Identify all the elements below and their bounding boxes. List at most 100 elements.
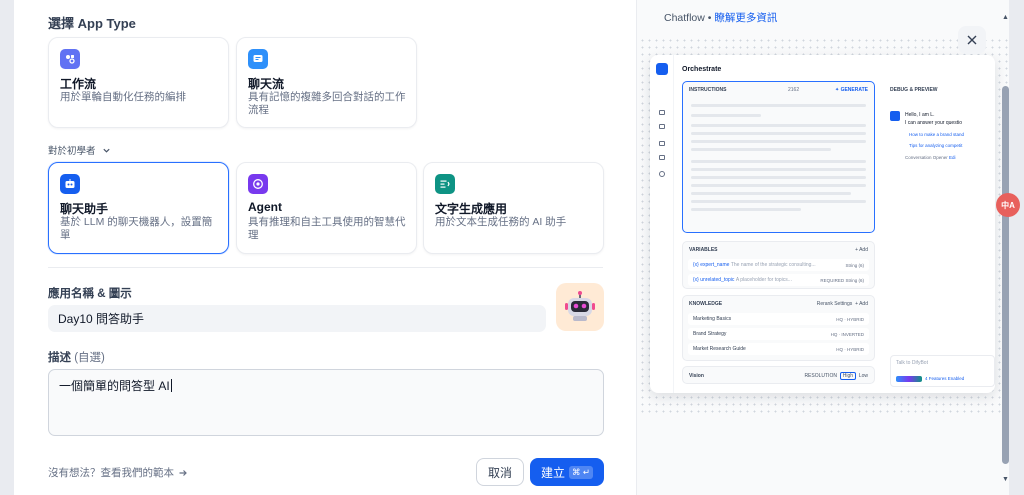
chatflow-icon [248,49,268,69]
preview-variable-row: {x} expert_name The name of the strategi… [688,259,869,271]
card-title: 工作流 [60,77,97,91]
workflow-icon [60,49,80,69]
preview-char-count: 2162 [788,87,800,93]
knowledge-tag: HQ · INVERTED [830,331,864,337]
robot-avatar-icon [565,291,595,321]
preview-knowledge-row: Marketing Basics HQ · HYBRID [688,313,869,325]
shortcut-hint: ⌘ ↵ [569,465,593,479]
scroll-down-icon[interactable]: ▼ [1002,476,1009,483]
preview-opener: Conversation Opener Edi [905,155,956,160]
preview-add: + Add [855,247,868,253]
preview-caption: Chatflow • 瞭解更多資訊 [664,10,777,25]
card-agent[interactable]: Agent 具有推理和自主工具使用的智慧代理 [236,162,417,254]
create-button[interactable]: 建立 ⌘ ↵ [530,458,604,486]
knowledge-name: Marketing Basics [693,316,732,322]
preview-knowledge-row: Brand Strategy HQ · INVERTED [688,328,869,340]
preview-app-icon [656,63,668,75]
page-scrollbar[interactable]: ▲ ▼ [1001,14,1010,489]
description-textarea[interactable]: 一個簡單的問答型 AI [48,369,604,436]
translate-badge-label: 中A [1001,200,1015,210]
scroll-up-icon[interactable]: ▲ [1002,14,1009,21]
text-line [691,124,866,127]
card-workflow[interactable]: 工作流 用於單輪自動化任務的編排 [48,37,229,128]
preview-rerank: Rerank Settings [816,301,853,307]
app-name-input[interactable]: Day10 問答助手 [48,305,546,332]
preview-vision-label: Vision [689,373,704,379]
app-icon-picker[interactable] [556,283,604,331]
preview-nav-icon [659,141,665,146]
text-line [691,208,801,211]
preview-greeting: I can answer your questio [905,120,962,126]
card-chatbot[interactable]: 聊天助手 基於 LLM 的聊天機器人，設置簡單 [48,162,229,254]
preview-high: High [839,372,857,380]
preview-resolution: RESOLUTION High Low [804,372,868,380]
card-title: 聊天助手 [60,202,109,216]
app-type-heading: 選擇 App Type [48,16,136,31]
preview-add: + Add [855,301,868,307]
browse-templates-link[interactable]: 沒有想法？查看我們的範本 [48,465,188,480]
text-line [691,168,866,171]
preview-variable-row: {x} unrelated_topic A placeholder for to… [688,274,869,286]
preview-nav-icon [659,124,665,129]
var-name: {x} unrelated_topic [693,277,735,283]
preview-sidebar [650,55,674,393]
learn-more-link[interactable]: 瞭解更多資訊 [714,12,777,24]
beginner-toggle[interactable]: 對於初學者 [48,143,111,157]
description-label-text: 描述 [48,352,71,364]
text-line [691,104,866,107]
cancel-label: 取消 [487,465,512,480]
card-text-generator[interactable]: 文字生成應用 用於文本生成任務的 AI 助手 [423,162,604,254]
preview-generate-label: GENERATE [840,87,868,93]
text-line [691,176,866,179]
description-label: 描述 (自選) [48,349,105,365]
preview-suggestion: Tips for analyzing competit [909,143,963,148]
close-icon [967,35,977,45]
text-line [691,200,866,203]
preview-variables-label: VARIABLES [689,247,718,253]
optional-hint: (自選) [74,352,105,364]
translate-badge[interactable]: 中A [996,193,1020,217]
cancel-button[interactable]: 取消 [476,458,524,486]
var-required: REQUIRED [820,277,845,283]
caption-prefix: Chatflow • [664,12,712,24]
preview-orchestrate-title: Orchestrate [682,66,722,73]
preview-nav-icon [659,171,665,177]
browse-templates-text: 沒有想法？查看我們的範本 [48,467,174,479]
text-line [691,140,866,143]
section-divider [48,267,603,268]
card-title: 聊天流 [248,77,285,91]
card-chatflow[interactable]: 聊天流 具有記憶的複雜多回合對話的工作流程 [236,37,417,128]
knowledge-tag: HQ · HYBRID [836,346,864,352]
create-label: 建立 [541,465,566,480]
var-desc: A placeholder for topics... [735,277,792,283]
preview-debug-label: DEBUG & PREVIEW [890,87,938,93]
preview-knowledge-row: Market Research Guide HQ · HYBRID [688,343,869,355]
text-line [691,132,866,135]
preview-feature-icons [896,376,922,382]
card-description: 具有推理和自主工具使用的智慧代理 [248,216,406,241]
text-gen-icon [435,174,455,194]
scrollbar-thumb[interactable] [1002,86,1009,464]
preview-chat-input: Talk to DifyBot 4 Features Enabled [890,355,995,387]
preview-variables-box: VARIABLES + Add {x} expert_name The name… [682,241,875,289]
preview-chat-placeholder: Talk to DifyBot [896,360,928,366]
text-line [691,160,866,163]
agent-icon [248,174,268,194]
chevron-down-icon [102,148,110,153]
card-description: 用於單輪自動化任務的編排 [60,91,186,103]
preview-instructions-label: INSTRUCTIONS [689,87,727,93]
var-type: String (6) [845,262,864,268]
preview-nav-icon [659,110,665,115]
text-line [691,148,831,151]
preview-vision-box: Vision RESOLUTION High Low [682,366,875,384]
close-button[interactable] [958,26,986,54]
card-title: 文字生成應用 [435,202,508,216]
app-name-value: Day10 問答助手 [58,312,145,326]
preview-features: 4 Features Enabled [925,376,965,381]
text-caret [170,379,172,392]
knowledge-name: Brand Strategy [693,331,727,337]
description-value: 一個簡單的問答型 AI [59,379,170,393]
preview-knowledge-label: KNOWLEDGE [689,301,723,307]
text-line [691,192,851,195]
preview-resolution-label: RESOLUTION [804,373,837,379]
